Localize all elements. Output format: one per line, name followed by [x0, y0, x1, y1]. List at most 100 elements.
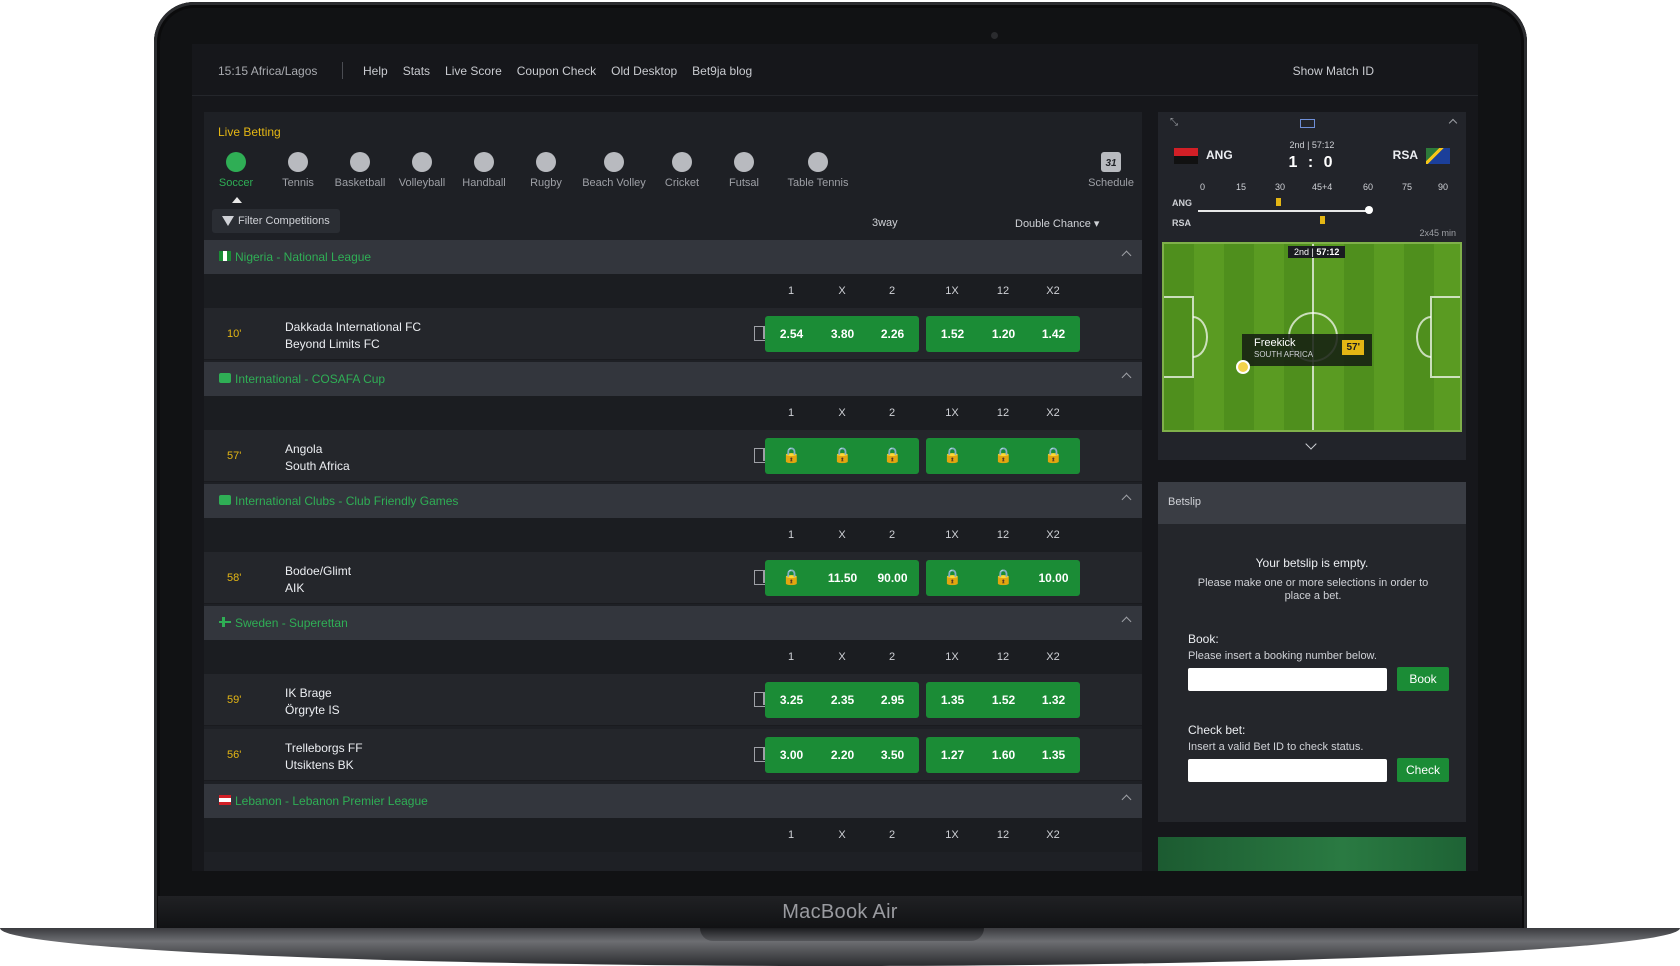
odd-button[interactable]: 3.25: [765, 682, 818, 718]
tab-label: Cricket: [664, 177, 700, 189]
odds-col-12: 12: [996, 407, 1010, 419]
odd-button[interactable]: 10.00: [1027, 560, 1080, 596]
collapse-icon[interactable]: [1121, 794, 1132, 805]
collapse-icon[interactable]: [1121, 494, 1132, 505]
odd-button[interactable]: 90.00: [866, 560, 919, 596]
timeline-tick: 30: [1275, 182, 1286, 192]
odd-button[interactable]: 1.20: [977, 316, 1030, 352]
calendar-icon: 31: [1101, 152, 1122, 172]
odds-col-2: 2: [888, 529, 896, 541]
timeline-tick: 75: [1402, 182, 1413, 192]
match-row[interactable]: 59' IK BrageÖrgryte IS 22 3.25 2.35 2.95…: [204, 674, 1142, 726]
league-header[interactable]: Sweden - Superettan: [204, 606, 1142, 640]
book-button[interactable]: Book: [1397, 667, 1449, 691]
tab-cricket[interactable]: Cricket: [647, 152, 717, 189]
tab-futsal[interactable]: Futsal: [709, 152, 779, 189]
odd-button[interactable]: 1.60: [977, 737, 1030, 773]
event-callout: Freekick SOUTH AFRICA 57': [1242, 334, 1372, 366]
match-row[interactable]: 58' Bodoe/GlimtAIK 30 🔒 11.50 90.00 🔒 🔒 …: [204, 552, 1142, 604]
odd-button[interactable]: 1.32: [1027, 682, 1080, 718]
nav-help[interactable]: Help: [363, 64, 388, 78]
promo-banner[interactable]: [1158, 837, 1466, 871]
tab-volleyball[interactable]: Volleyball: [387, 152, 457, 189]
active-tab-caret: [232, 197, 242, 203]
odd-button[interactable]: 2.54: [765, 316, 818, 352]
match-row[interactable]: 56' Trelleborgs FFUtsiktens BK 11 3.00 2…: [204, 729, 1142, 781]
match-minute: 58': [227, 572, 242, 584]
stats-view-icon[interactable]: [1300, 119, 1315, 128]
tab-tennis[interactable]: Tennis: [263, 152, 333, 189]
league-header[interactable]: Nigeria - National League: [204, 240, 1142, 274]
timeline-tick: 0: [1200, 182, 1206, 192]
odd-button[interactable]: 1.42: [1027, 316, 1080, 352]
odd-button[interactable]: 2.26: [866, 316, 919, 352]
timeline-tick: 60: [1363, 182, 1374, 192]
match-row[interactable]: 10' Dakkada International FC Beyond Limit…: [204, 308, 1142, 360]
chevron-down-icon: ▾: [1093, 218, 1100, 230]
odd-button[interactable]: 11.50: [816, 560, 869, 596]
collapse-icon[interactable]: [1121, 372, 1132, 383]
tab-rugby[interactable]: Rugby: [511, 152, 581, 189]
tab-label: Futsal: [729, 177, 759, 189]
match-period: 2nd | 57:12: [1289, 140, 1335, 150]
chevron-down-icon[interactable]: [1305, 438, 1317, 450]
tab-basketball[interactable]: Basketball: [325, 152, 395, 189]
collapse-icon[interactable]: [1448, 118, 1458, 128]
check-button[interactable]: Check: [1397, 758, 1449, 782]
odds-col-x: X: [838, 651, 846, 663]
league-header[interactable]: International Clubs - Club Friendly Game…: [204, 484, 1142, 518]
market-3way: 3way: [872, 217, 898, 229]
away-team: Örgryte IS: [285, 703, 340, 717]
odd-button[interactable]: 1.35: [1027, 737, 1080, 773]
odds-col-x: X: [838, 285, 846, 297]
odds-col-1: 1: [787, 651, 795, 663]
odd-button[interactable]: 1.52: [977, 682, 1030, 718]
odd-button[interactable]: 1.27: [926, 737, 979, 773]
nav-coupon-check[interactable]: Coupon Check: [517, 64, 596, 78]
tab-table-tennis[interactable]: Table Tennis: [776, 152, 860, 189]
basketball-icon: [350, 152, 370, 172]
tab-beach-volley[interactable]: Beach Volley: [579, 152, 649, 189]
odd-button[interactable]: 3.50: [866, 737, 919, 773]
schedule-button[interactable]: 31 Schedule: [1088, 152, 1134, 189]
nav-old-desktop[interactable]: Old Desktop: [611, 64, 677, 78]
booking-number-input[interactable]: [1188, 668, 1387, 691]
home-team: IK Brage: [285, 686, 332, 700]
odd-button[interactable]: 2.35: [816, 682, 869, 718]
nav-blog[interactable]: Bet9ja blog: [692, 64, 752, 78]
odd-button[interactable]: 2.95: [866, 682, 919, 718]
odd-button[interactable]: 3.80: [816, 316, 869, 352]
market-selector[interactable]: Double Chance ▾: [1015, 217, 1099, 230]
lock-icon: 🔒: [926, 438, 979, 474]
expand-icon[interactable]: ⤡: [1170, 117, 1178, 128]
filter-competitions-button[interactable]: Filter Competitions: [212, 209, 340, 233]
odd-button[interactable]: 3.00: [765, 737, 818, 773]
odds-col-x2: X2: [1046, 529, 1060, 541]
lock-icon: 🔒: [1027, 438, 1080, 474]
timeline-now-marker: [1365, 206, 1373, 214]
globe-flag-icon: [219, 495, 231, 505]
tab-label: Rugby: [530, 177, 562, 189]
league-header[interactable]: International - COSAFA Cup: [204, 362, 1142, 396]
event-title: Freekick: [1254, 337, 1296, 349]
tab-soccer[interactable]: Soccer: [204, 152, 271, 203]
league-header[interactable]: Lebanon - Lebanon Premier League: [204, 784, 1142, 818]
tab-handball[interactable]: Handball: [449, 152, 519, 189]
odd-button[interactable]: 1.52: [926, 316, 979, 352]
show-match-id-toggle[interactable]: Show Match ID: [1293, 64, 1374, 78]
home-team: Trelleborgs FF: [285, 741, 363, 755]
match-duration: 2x45 min: [1419, 228, 1456, 238]
league-name: International Clubs - Club Friendly Game…: [235, 494, 459, 508]
odds-col-x: X: [838, 829, 846, 841]
match-row[interactable]: 57' AngolaSouth Africa 10 🔒 🔒 🔒 🔒 🔒 🔒: [204, 430, 1142, 482]
tab-label: Tennis: [282, 177, 314, 189]
odd-button[interactable]: 2.20: [816, 737, 869, 773]
bet-id-input[interactable]: [1188, 759, 1387, 782]
collapse-icon[interactable]: [1121, 616, 1132, 627]
odd-button[interactable]: 1.35: [926, 682, 979, 718]
timeline-progress: [1198, 210, 1368, 212]
odds-col-1: 1: [787, 829, 795, 841]
nav-stats[interactable]: Stats: [403, 64, 430, 78]
nav-live-score[interactable]: Live Score: [445, 64, 502, 78]
collapse-icon[interactable]: [1121, 250, 1132, 261]
